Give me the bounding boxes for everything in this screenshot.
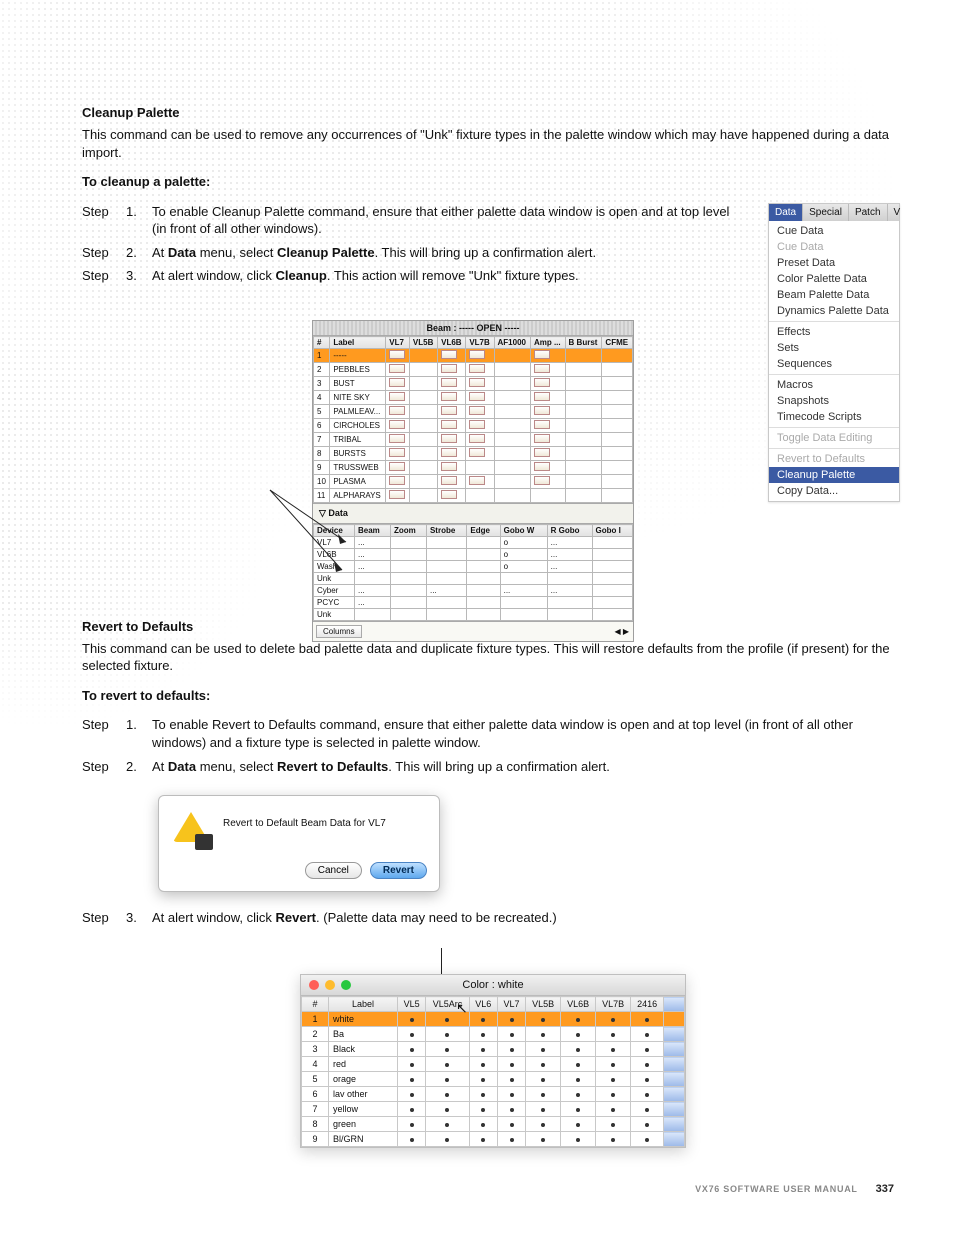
menu-item[interactable]: Beam Palette Data — [769, 287, 899, 303]
menu-item[interactable]: Snapshots — [769, 393, 899, 409]
color-palette-window: Color : white #LabelVL5VL5ArcVL6VL7VL5BV… — [300, 974, 686, 1148]
revert-step-1: To enable Revert to Defaults command, en… — [152, 716, 894, 751]
menu-item[interactable]: Macros — [769, 377, 899, 393]
menu-item[interactable]: Cleanup Palette — [769, 467, 899, 483]
menu-item[interactable]: Timecode Scripts — [769, 409, 899, 425]
menu-tab-data[interactable]: Data — [769, 204, 803, 221]
step-num: 2. — [126, 244, 148, 262]
menu-item[interactable]: Cue Data — [769, 223, 899, 239]
menu-item[interactable]: Sequences — [769, 356, 899, 372]
beam-table: #LabelVL7VL5BVL6BVL7BAF1000Amp ...B Burs… — [313, 336, 633, 503]
menu-item[interactable]: Dynamics Palette Data — [769, 303, 899, 319]
beam-data-section: Data — [328, 508, 348, 518]
section-revert-desc: This command can be used to delete bad p… — [82, 640, 894, 675]
beam-device-table: DeviceBeamZoomStrobeEdgeGobo WR GoboGobo… — [313, 524, 633, 621]
menu-tab-more[interactable]: V — [888, 204, 907, 221]
revert-subhead: To revert to defaults: — [82, 687, 894, 705]
beam-window-title: Beam : ----- OPEN ----- — [313, 321, 633, 336]
beam-palette-window: Beam : ----- OPEN ----- #LabelVL7VL5BVL6… — [312, 320, 634, 642]
step-num: 1. — [126, 716, 148, 751]
dialog-message: Revert to Default Beam Data for VL7 — [223, 812, 386, 848]
revert-dialog: Revert to Default Beam Data for VL7 Canc… — [158, 795, 440, 892]
section-cleanup-heading: Cleanup Palette — [82, 105, 894, 120]
step-num: 3. — [126, 909, 148, 927]
menu-tab-patch[interactable]: Patch — [849, 204, 888, 221]
step-label: Step — [82, 203, 122, 238]
revert-step-3: At alert window, click Revert. (Palette … — [152, 909, 894, 927]
step-label: Step — [82, 716, 122, 751]
color-table: #LabelVL5VL5ArcVL6VL7VL5BVL6BVL7B24161wh… — [301, 996, 685, 1147]
menu-tab-special[interactable]: Special — [803, 204, 849, 221]
step-num: 3. — [126, 267, 148, 285]
step-label: Step — [82, 267, 122, 285]
menu-item[interactable]: Copy Data... — [769, 483, 899, 499]
columns-button[interactable]: Columns — [316, 625, 362, 638]
menu-item[interactable]: Preset Data — [769, 255, 899, 271]
step-label: Step — [82, 244, 122, 262]
cleanup-step-1: To enable Cleanup Palette command, ensur… — [152, 203, 742, 238]
color-window-title: Color : white — [301, 979, 685, 991]
revert-button[interactable]: Revert — [370, 862, 427, 879]
warning-icon — [173, 812, 209, 848]
menu-item[interactable]: Color Palette Data — [769, 271, 899, 287]
cleanup-step-2: At Data menu, select Cleanup Palette. Th… — [152, 244, 742, 262]
menu-item[interactable]: Sets — [769, 340, 899, 356]
cleanup-step-3: At alert window, click Cleanup. This act… — [152, 267, 742, 285]
data-menu: Data Special Patch V Cue DataCue DataPre… — [768, 203, 900, 502]
cancel-button[interactable]: Cancel — [305, 862, 362, 879]
cleanup-subhead: To cleanup a palette: — [82, 173, 894, 191]
section-cleanup-desc: This command can be used to remove any o… — [82, 126, 894, 161]
step-num: 1. — [126, 203, 148, 238]
menu-item[interactable]: Cue Data — [769, 239, 899, 255]
revert-step-2: At Data menu, select Revert to Defaults.… — [152, 758, 894, 776]
step-num: 2. — [126, 758, 148, 776]
step-label: Step — [82, 909, 122, 927]
menu-item[interactable]: Effects — [769, 324, 899, 340]
menu-item[interactable]: Revert to Defaults — [769, 451, 899, 467]
step-label: Step — [82, 758, 122, 776]
menu-item[interactable]: Toggle Data Editing — [769, 430, 899, 446]
page-footer: VX76 SOFTWARE USER MANUAL337 — [695, 1183, 894, 1195]
